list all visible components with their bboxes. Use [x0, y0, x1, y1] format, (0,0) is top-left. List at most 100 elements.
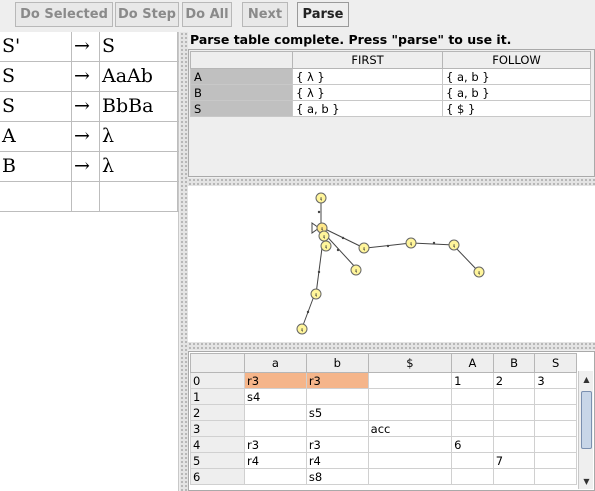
table-cell[interactable]: r3	[244, 372, 307, 389]
table-cell[interactable]	[492, 436, 536, 453]
do-step-button[interactable]: Do Step	[115, 2, 179, 27]
grammar-row[interactable]: A → λ	[0, 122, 179, 152]
production-lhs[interactable]: S'	[0, 32, 72, 61]
scrollbar-thumb[interactable]	[581, 391, 592, 449]
table-cell[interactable]	[244, 420, 307, 437]
table-cell[interactable]	[451, 452, 494, 469]
production-lhs[interactable]	[0, 182, 72, 211]
state-number-cell: 4	[190, 436, 245, 453]
table-row[interactable]: 4 r3 r3 6	[190, 436, 577, 453]
table-cell[interactable]	[305, 388, 369, 405]
table-row[interactable]: 6 s8	[190, 468, 577, 485]
table-row[interactable]: 1 s4	[190, 388, 577, 405]
column-header[interactable]	[190, 51, 293, 69]
table-cell[interactable]	[367, 404, 453, 421]
column-header[interactable]: B	[492, 353, 536, 373]
table-cell[interactable]: 1	[451, 372, 494, 389]
column-header-follow[interactable]: FOLLOW	[442, 51, 591, 69]
table-cell[interactable]	[367, 468, 453, 485]
column-header[interactable]: $	[367, 353, 453, 373]
column-header[interactable]: A	[451, 353, 494, 373]
next-button[interactable]: Next	[242, 2, 288, 27]
table-cell[interactable]	[534, 388, 577, 405]
table-cell[interactable]: 7	[492, 452, 536, 469]
column-header[interactable]: b	[305, 353, 369, 373]
table-cell[interactable]	[534, 436, 577, 453]
table-cell[interactable]: r3	[244, 436, 307, 453]
vertical-splitter[interactable]	[180, 32, 188, 491]
table-cell[interactable]: s8	[305, 468, 369, 485]
vertical-scrollbar[interactable]: ▲ ▼	[578, 371, 593, 489]
table-cell[interactable]: r3	[305, 372, 369, 389]
table-cell[interactable]	[244, 468, 307, 485]
table-cell[interactable]	[451, 404, 494, 421]
table-cell[interactable]	[492, 468, 536, 485]
production-lhs[interactable]: S	[0, 92, 72, 121]
grammar-row[interactable]: S → AaAb	[0, 62, 179, 92]
grammar-row[interactable]: S → BbBa	[0, 92, 179, 122]
table-row[interactable]: 5 r4 r4 7	[190, 452, 577, 469]
first-cell[interactable]: { λ }	[292, 84, 443, 101]
grammar-row[interactable]: B → λ	[0, 152, 179, 182]
table-cell[interactable]: 2	[492, 372, 536, 389]
table-cell[interactable]	[367, 436, 453, 453]
grammar-row[interactable]: S' → S	[0, 32, 179, 62]
column-header[interactable]: a	[244, 353, 307, 373]
table-cell[interactable]: 3	[534, 372, 577, 389]
production-rhs[interactable]: S	[100, 32, 178, 61]
table-cell[interactable]	[451, 468, 494, 485]
table-cell[interactable]	[534, 452, 577, 469]
table-cell[interactable]	[305, 420, 369, 437]
table-cell[interactable]	[367, 388, 453, 405]
column-header-first[interactable]: FIRST	[292, 51, 443, 69]
table-cell[interactable]	[492, 404, 536, 421]
table-row[interactable]: B { λ } { a, b }	[190, 84, 591, 101]
horizontal-splitter-top[interactable]	[188, 178, 595, 186]
scroll-down-icon[interactable]: ▼	[580, 474, 593, 488]
follow-cell[interactable]: { $ }	[442, 100, 591, 117]
column-header[interactable]	[190, 353, 245, 373]
first-cell[interactable]: { a, b }	[292, 100, 443, 117]
production-rhs[interactable]: BbBa	[100, 92, 178, 121]
column-header[interactable]: S	[534, 353, 577, 373]
production-rhs[interactable]: λ	[100, 122, 178, 151]
table-cell[interactable]	[492, 420, 536, 437]
table-row[interactable]: 2 s5	[190, 404, 577, 421]
table-cell[interactable]	[367, 372, 453, 389]
parse-button[interactable]: Parse	[297, 2, 349, 27]
production-rhs[interactable]: λ	[100, 152, 178, 181]
production-lhs[interactable]: S	[0, 62, 72, 91]
table-cell[interactable]	[534, 404, 577, 421]
table-cell[interactable]: acc	[367, 420, 453, 437]
table-cell[interactable]: 6	[451, 436, 494, 453]
grammar-row[interactable]	[0, 182, 179, 212]
do-all-button[interactable]: Do All	[182, 2, 232, 27]
table-cell[interactable]: s4	[244, 388, 307, 405]
table-row[interactable]: 0 r3 r3 1 2 3	[190, 372, 577, 389]
table-cell[interactable]	[367, 452, 453, 469]
table-row[interactable]: A { λ } { a, b }	[190, 68, 591, 85]
table-cell[interactable]	[492, 388, 536, 405]
table-row[interactable]: 3 acc	[190, 420, 577, 437]
production-rhs[interactable]	[100, 182, 178, 211]
table-cell[interactable]: r3	[305, 436, 369, 453]
production-rhs[interactable]: AaAb	[100, 62, 178, 91]
scroll-up-icon[interactable]: ▲	[580, 372, 593, 386]
follow-cell[interactable]: { a, b }	[442, 84, 591, 101]
table-cell[interactable]: r4	[244, 452, 307, 469]
table-row[interactable]: S { a, b } { $ }	[190, 100, 591, 117]
follow-cell[interactable]: { a, b }	[442, 68, 591, 85]
table-cell[interactable]	[451, 388, 494, 405]
table-cell[interactable]	[244, 404, 307, 421]
do-selected-button[interactable]: Do Selected	[15, 2, 113, 27]
table-cell[interactable]	[534, 420, 577, 437]
table-cell[interactable]: r4	[305, 452, 369, 469]
table-cell[interactable]	[451, 420, 494, 437]
table-cell[interactable]: s5	[305, 404, 369, 421]
dfa-graph-canvas[interactable]: qqqqqqqqqqq	[188, 186, 595, 342]
horizontal-splitter-bottom[interactable]	[188, 342, 595, 350]
table-cell[interactable]	[534, 468, 577, 485]
first-cell[interactable]: { λ }	[292, 68, 443, 85]
production-lhs[interactable]: B	[0, 152, 72, 181]
production-lhs[interactable]: A	[0, 122, 72, 151]
